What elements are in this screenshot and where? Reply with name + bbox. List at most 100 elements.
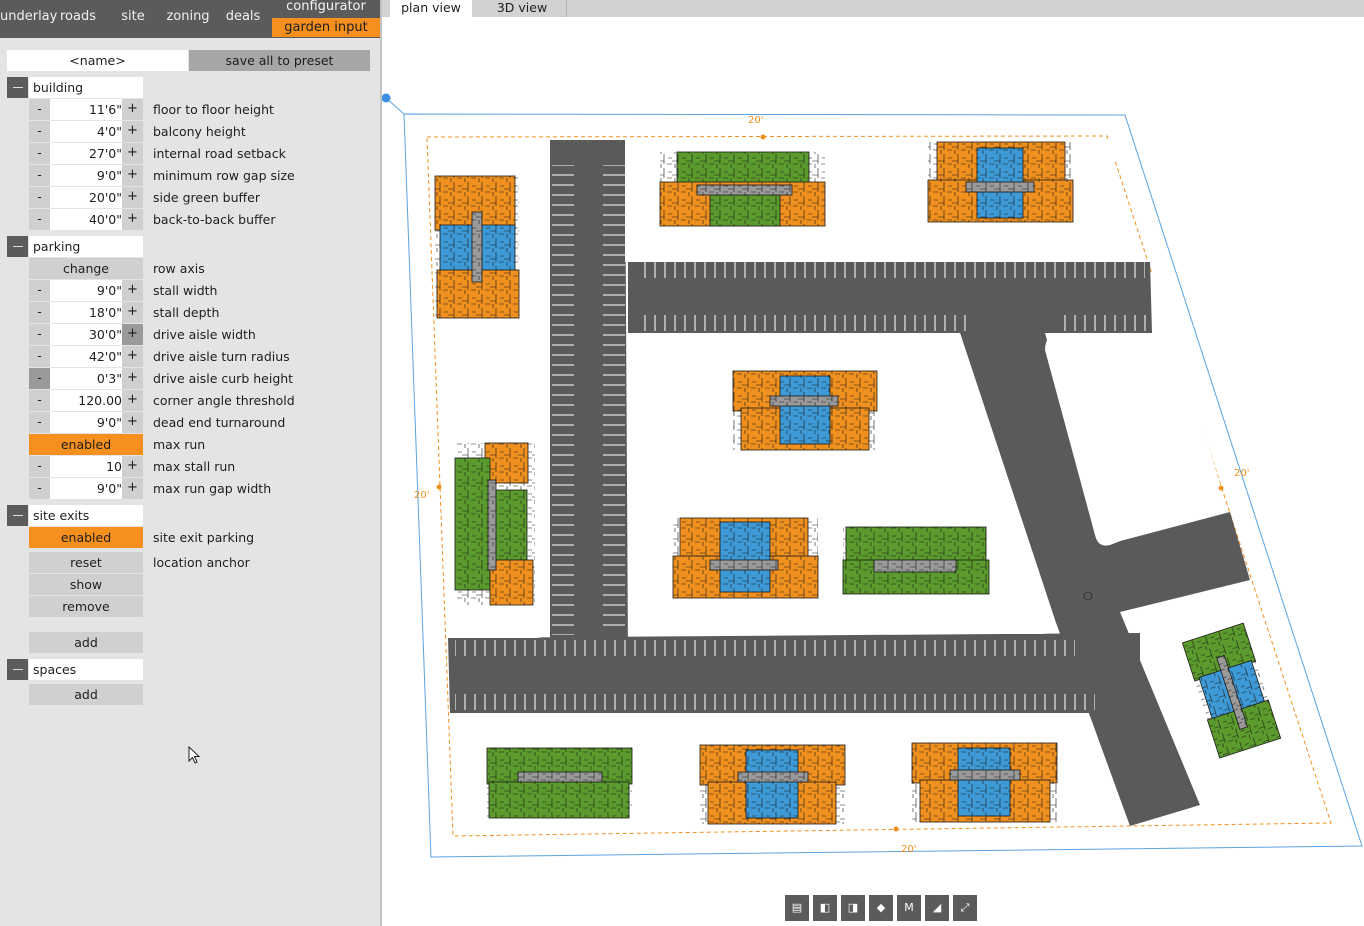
mouse-cursor-icon <box>188 746 201 764</box>
value-field[interactable]: 42'0" <box>50 346 122 367</box>
add-space-button[interactable]: add <box>29 684 143 705</box>
nav-tab-configurator[interactable]: configurator <box>272 0 380 16</box>
section-header-building: building <box>29 77 143 98</box>
value-field[interactable]: 11'6" <box>50 99 122 120</box>
increment-button[interactable]: + <box>122 209 143 230</box>
value-field[interactable]: 4'0" <box>50 121 122 142</box>
value-field[interactable]: 0'3" <box>50 368 122 389</box>
decrement-button[interactable]: - <box>29 412 50 433</box>
site-exit-parking-label: site exit parking <box>153 530 255 545</box>
max-run-enabled-button[interactable]: enabled <box>29 434 143 455</box>
value-field[interactable]: 40'0" <box>50 209 122 230</box>
value-field[interactable]: 30'0" <box>50 324 122 345</box>
section-header-spaces: spaces <box>29 659 143 680</box>
cube-icon[interactable]: ◆ <box>869 895 893 921</box>
decrement-button[interactable]: - <box>29 280 50 301</box>
value-field[interactable]: 9'0" <box>50 478 122 499</box>
remove-button[interactable]: remove <box>29 596 143 617</box>
fullscreen-icon[interactable]: ⤢ <box>953 895 977 921</box>
increment-button[interactable]: + <box>122 302 143 323</box>
increment-button[interactable]: + <box>122 412 143 433</box>
building-10[interactable] <box>699 744 846 825</box>
preset-name-input[interactable]: <name> <box>7 50 188 71</box>
increment-button[interactable]: + <box>122 346 143 367</box>
building-1[interactable] <box>659 151 826 227</box>
decrement-button[interactable]: - <box>29 165 50 186</box>
decrement-button[interactable]: - <box>29 209 50 230</box>
show-button[interactable]: show <box>29 574 143 595</box>
increment-button[interactable]: + <box>122 99 143 120</box>
decrement-button[interactable]: - <box>29 346 50 367</box>
value-field[interactable]: 120.00 <box>50 390 122 411</box>
building-2[interactable] <box>927 141 1074 223</box>
increment-button[interactable]: + <box>122 368 143 389</box>
increment-button[interactable]: + <box>122 165 143 186</box>
value-field[interactable]: 9'0" <box>50 280 122 301</box>
building-11[interactable] <box>911 742 1058 823</box>
building-6[interactable] <box>672 517 819 599</box>
report-icon[interactable]: ▤ <box>785 895 809 921</box>
decrement-button[interactable]: - <box>29 390 50 411</box>
site-exit-parking-enabled-button[interactable]: enabled <box>29 527 143 548</box>
stepper-label: max run gap width <box>153 481 272 496</box>
nav-subtab-garden-input[interactable]: garden input <box>272 18 380 37</box>
nav-tab-zoning[interactable]: zoning <box>160 0 216 38</box>
decrement-button[interactable]: - <box>29 121 50 142</box>
nav-tab-roads[interactable]: roads <box>50 0 106 38</box>
layers-icon[interactable]: ◧ <box>813 895 837 921</box>
decrement-button[interactable]: - <box>29 187 50 208</box>
stepper-label: stall width <box>153 283 218 298</box>
building-5[interactable] <box>454 442 535 606</box>
collapse-building-button[interactable] <box>7 77 28 98</box>
dimension-label-left: 20' <box>414 490 429 501</box>
change-row-axis-button[interactable]: change <box>29 258 143 279</box>
decrement-button[interactable]: - <box>29 478 50 499</box>
value-field[interactable]: 18'0" <box>50 302 122 323</box>
decrement-button[interactable]: - <box>29 99 50 120</box>
value-field[interactable]: 27'0" <box>50 143 122 164</box>
decrement-button[interactable]: - <box>29 368 50 389</box>
stepper-label: drive aisle width <box>153 327 256 342</box>
building-4[interactable] <box>732 370 878 451</box>
top-nav: underlay roads site zoning deals configu… <box>0 0 380 38</box>
building-3[interactable] <box>434 175 520 319</box>
dimension-icon[interactable]: ◢ <box>925 895 949 921</box>
value-field[interactable]: 10 <box>50 456 122 477</box>
decrement-button[interactable]: - <box>29 324 50 345</box>
add-site-exit-button[interactable]: add <box>29 632 143 653</box>
measure-m-button[interactable]: M <box>897 895 921 921</box>
reset-button[interactable]: reset <box>29 552 143 573</box>
save-all-to-preset-button[interactable]: save all to preset <box>189 50 370 71</box>
collapse-site-exits-button[interactable] <box>7 505 28 526</box>
increment-button[interactable]: + <box>122 121 143 142</box>
increment-button[interactable]: + <box>122 324 143 345</box>
collapse-spaces-button[interactable] <box>7 659 28 680</box>
building-7[interactable] <box>842 526 990 595</box>
value-field[interactable]: 9'0" <box>50 412 122 433</box>
layer-settings-icon[interactable]: ◨ <box>841 895 865 921</box>
nav-tab-underlay[interactable]: underlay <box>0 0 57 38</box>
dimension-label-bottom: 20' <box>901 844 916 855</box>
nav-tab-deals[interactable]: deals <box>216 0 270 38</box>
increment-button[interactable]: + <box>122 280 143 301</box>
stepper-label: balcony height <box>153 124 246 139</box>
decrement-button[interactable]: - <box>29 456 50 477</box>
dimension-label-right: 20' <box>1234 468 1249 479</box>
building-8[interactable] <box>1181 622 1282 759</box>
building-9[interactable] <box>486 747 633 819</box>
value-field[interactable]: 20'0" <box>50 187 122 208</box>
stepper-label: minimum row gap size <box>153 168 295 183</box>
increment-button[interactable]: + <box>122 390 143 411</box>
increment-button[interactable]: + <box>122 143 143 164</box>
plan-canvas[interactable]: plan view 3D view 20' 20' 20' 20' ▤ ◧ ◨ … <box>382 0 1364 926</box>
site-plan-drawing[interactable]: 20' 20' 20' 20' <box>382 0 1364 926</box>
row-axis-label: row axis <box>153 261 205 276</box>
value-field[interactable]: 9'0" <box>50 165 122 186</box>
increment-button[interactable]: + <box>122 456 143 477</box>
decrement-button[interactable]: - <box>29 302 50 323</box>
increment-button[interactable]: + <box>122 478 143 499</box>
decrement-button[interactable]: - <box>29 143 50 164</box>
nav-tab-site[interactable]: site <box>106 0 160 38</box>
collapse-parking-button[interactable] <box>7 236 28 257</box>
increment-button[interactable]: + <box>122 187 143 208</box>
